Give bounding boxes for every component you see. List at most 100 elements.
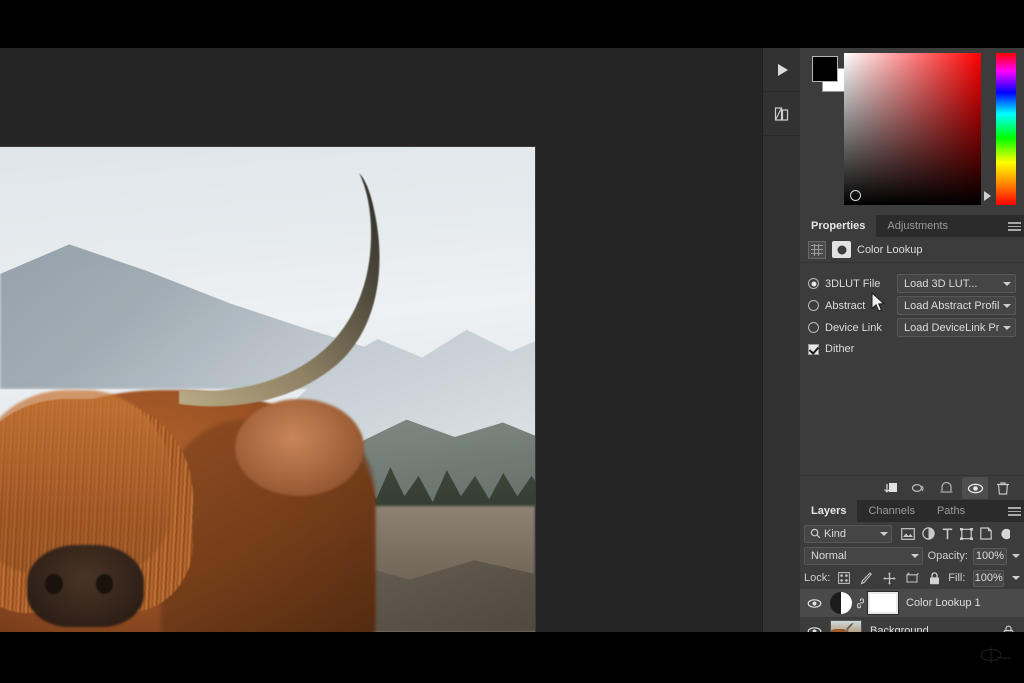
layer-lock-icon[interactable] (1003, 625, 1014, 632)
color-lookup-options: 3DLUT File Load 3D LUT... Abstract Load … (800, 263, 1024, 358)
layer-list: Color Lookup 1 Background (800, 589, 1024, 632)
layer-name-label: Color Lookup 1 (906, 597, 981, 609)
link-icon[interactable] (855, 597, 865, 610)
properties-tabbar: Properties Adjustments (800, 215, 1024, 237)
screen: Properties Adjustments Color Lookup 3DLU… (0, 0, 1024, 683)
layer-name-label: Background (870, 625, 929, 632)
color-field[interactable] (844, 53, 981, 205)
radio-abstract[interactable] (808, 300, 819, 311)
properties-header: Color Lookup (800, 237, 1024, 263)
select-abstract[interactable]: Load Abstract Profile... (897, 296, 1016, 315)
select-abstract-value: Load Abstract Profile... (904, 299, 999, 312)
properties-panel-menu-icon[interactable] (1008, 222, 1021, 231)
blend-mode-select[interactable]: Normal (804, 547, 923, 565)
adjustment-filter-icon[interactable] (922, 527, 935, 540)
tab-paths[interactable]: Paths (925, 500, 977, 522)
layer-visibility-toggle[interactable] (800, 589, 828, 617)
hue-slider[interactable] (996, 53, 1016, 205)
filter-toggle-icon[interactable] (999, 528, 1010, 540)
libraries-icon[interactable] (763, 92, 801, 136)
mouse-cursor (871, 292, 886, 312)
radio-3dlut-file[interactable] (808, 278, 819, 289)
lock-position-icon[interactable] (883, 571, 896, 585)
chevron-down-icon (1003, 325, 1011, 330)
select-3dlut-value: Load 3D LUT... (904, 277, 978, 290)
filter-icons (901, 527, 1010, 540)
opacity-chevron-down-icon[interactable] (1012, 554, 1020, 558)
lock-image-icon[interactable] (860, 571, 873, 585)
layers-tabbar: Layers Channels Paths (800, 500, 1024, 522)
reset-icon[interactable] (934, 477, 960, 499)
shape-filter-icon[interactable] (960, 527, 973, 540)
label-device-link: Device Link (825, 321, 882, 334)
fill-input[interactable]: 100% (973, 569, 1004, 587)
foreground-color-swatch[interactable] (812, 56, 838, 82)
pixel-filter-icon[interactable] (901, 527, 915, 540)
layer-row-background[interactable]: Background (800, 617, 1024, 632)
properties-footer (800, 475, 1024, 500)
photo-cow-muzzle (26, 544, 145, 628)
type-filter-icon[interactable] (942, 527, 953, 540)
tab-layers[interactable]: Layers (800, 500, 858, 522)
blend-mode-value: Normal (811, 550, 847, 562)
photo-cow-horn (177, 171, 407, 447)
layers-panel: Layers Channels Paths Kind Normal Opacit… (800, 500, 1024, 632)
lock-transparency-icon[interactable] (838, 572, 851, 584)
opacity-input[interactable]: 100% (972, 547, 1007, 565)
filter-kind-select[interactable]: Kind (804, 524, 892, 543)
select-device-link[interactable]: Load DeviceLink Profil... (897, 318, 1016, 337)
color-panel (800, 48, 1024, 215)
right-dock: Properties Adjustments Color Lookup 3DLU… (800, 48, 1024, 632)
layer-visibility-toggle[interactable] (800, 617, 828, 632)
dither-row: Dither (808, 340, 1016, 358)
fill-chevron-down-icon[interactable] (1012, 576, 1020, 580)
label-3dlut-file: 3DLUT File (825, 277, 881, 290)
play-icon[interactable] (763, 48, 801, 92)
photo-cow-nostril-left (45, 573, 63, 595)
tab-channels[interactable]: Channels (857, 500, 926, 522)
chevron-down-icon (880, 531, 888, 536)
eye-icon[interactable] (962, 477, 988, 499)
adjustment-thumbnail[interactable] (830, 592, 852, 614)
collapsed-dock-strip (762, 48, 801, 632)
tab-adjustments[interactable]: Adjustments (876, 215, 959, 237)
layer-row-color-lookup[interactable]: Color Lookup 1 (800, 589, 1024, 617)
radio-device-link[interactable] (808, 322, 819, 333)
dither-checkbox[interactable] (808, 343, 819, 355)
photoshop-window: Properties Adjustments Color Lookup 3DLU… (0, 48, 1024, 632)
lock-artboard-icon[interactable] (906, 572, 920, 584)
smart-object-filter-icon[interactable] (980, 527, 992, 540)
properties-panel: Properties Adjustments Color Lookup 3DLU… (800, 215, 1024, 500)
letterbox-bottom (0, 632, 1024, 683)
lock-all-icon[interactable] (929, 571, 940, 585)
select-device-link-value: Load DeviceLink Profil... (904, 321, 999, 334)
hue-slider-arrow (984, 191, 991, 201)
option-row-abstract: Abstract Load Abstract Profile... (808, 295, 1016, 316)
highland-cow-photo (0, 147, 535, 632)
layers-panel-menu-icon[interactable] (1008, 507, 1021, 516)
dither-label: Dither (825, 343, 855, 355)
properties-title: Color Lookup (857, 243, 923, 256)
chevron-down-icon (910, 554, 919, 558)
layer-mask-thumbnail[interactable] (868, 592, 898, 614)
signature-watermark (980, 647, 1012, 663)
layer-thumbnail[interactable] (830, 620, 862, 632)
fill-label: Fill: (948, 572, 966, 584)
canvas-area[interactable] (0, 48, 744, 632)
opacity-label: Opacity: (927, 550, 968, 562)
grid-icon (808, 240, 826, 259)
select-3dlut-file[interactable]: Load 3D LUT... (897, 274, 1016, 293)
chevron-down-icon (1003, 281, 1011, 286)
lock-row: Lock: Fill: 100% (800, 567, 1024, 589)
color-field-marker (850, 190, 861, 201)
clip-to-layer-icon[interactable] (878, 477, 904, 499)
option-row-3dlut: 3DLUT File Load 3D LUT... (808, 273, 1016, 294)
search-icon (810, 528, 821, 539)
view-previous-state-icon[interactable] (906, 477, 932, 499)
blend-mode-row: Normal Opacity: 100% (800, 545, 1024, 567)
document-image[interactable] (0, 147, 535, 632)
trash-icon[interactable] (990, 477, 1016, 499)
chevron-down-icon (1003, 303, 1011, 308)
tab-properties[interactable]: Properties (800, 215, 877, 237)
filter-kind-value: Kind (824, 527, 847, 540)
